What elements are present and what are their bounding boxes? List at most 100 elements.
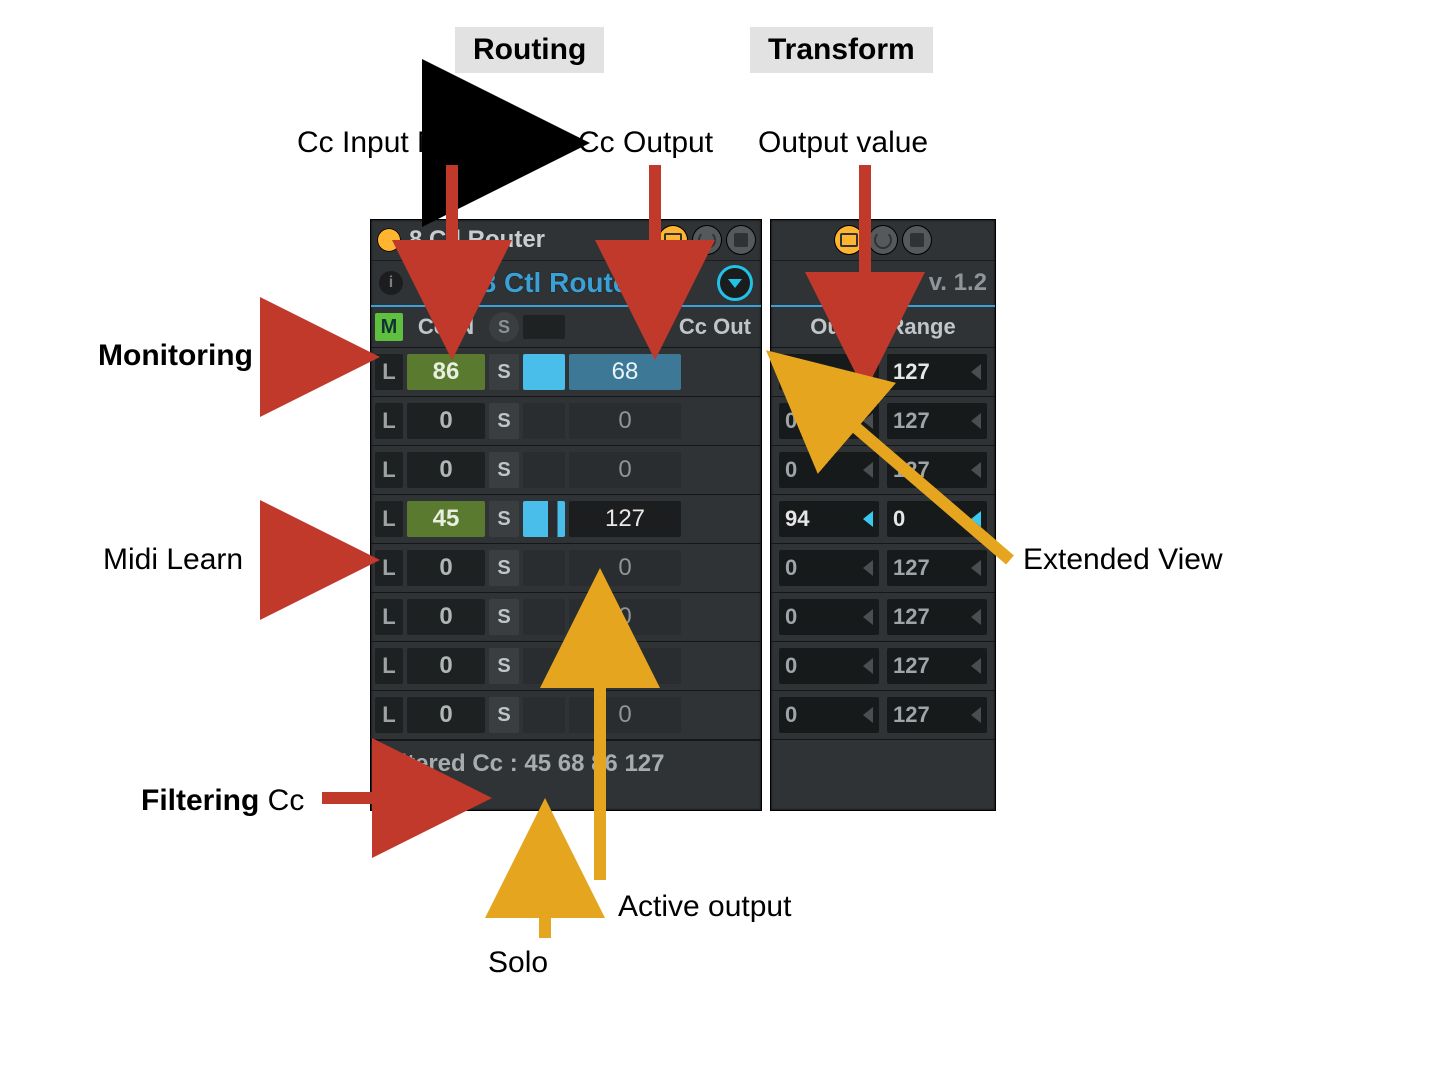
range-hi[interactable]: 127 xyxy=(887,354,987,390)
range-lo[interactable]: 0 xyxy=(779,599,879,635)
learn-button[interactable]: L xyxy=(375,354,403,390)
range-hi[interactable]: 127 xyxy=(887,550,987,586)
active-output-indicator[interactable] xyxy=(523,452,565,488)
save-icon[interactable] xyxy=(727,226,755,254)
active-output-indicator[interactable] xyxy=(523,648,565,684)
range-hi[interactable]: 127 xyxy=(887,403,987,439)
cc-in-value[interactable]: 0 xyxy=(407,697,485,733)
titlebar: 8 Ctl Router xyxy=(371,220,761,260)
cc-in-value[interactable]: 0 xyxy=(407,452,485,488)
cc-out-value[interactable]: 0 xyxy=(569,403,681,439)
range-lo[interactable]: 0 xyxy=(779,550,879,586)
range-lo[interactable]: 0 xyxy=(779,354,879,390)
learn-button[interactable]: L xyxy=(375,648,403,684)
routing-row: L0S0 xyxy=(371,446,761,495)
range-lo[interactable]: 0 xyxy=(779,403,879,439)
routing-row: L86S 68 xyxy=(371,348,761,397)
output-range-panel: v. 1.2 Output Range 01270127012794001270… xyxy=(770,219,996,811)
learn-button[interactable]: L xyxy=(375,501,403,537)
cc-in-value[interactable]: 0 xyxy=(407,550,485,586)
header-cc-in: Cc IN xyxy=(407,314,485,340)
routing-row: L45S 127 xyxy=(371,495,761,544)
cc-out-value[interactable]: 0 xyxy=(569,697,681,733)
range-hi[interactable]: 0 xyxy=(887,501,987,537)
patch-icon[interactable] xyxy=(835,226,863,254)
device-activator[interactable] xyxy=(377,228,401,252)
save-icon[interactable] xyxy=(903,226,931,254)
active-output-indicator[interactable] xyxy=(523,697,565,733)
solo-button[interactable]: S xyxy=(489,550,519,586)
callout-monitoring: Monitoring xyxy=(98,339,253,373)
solo-button[interactable]: S xyxy=(489,501,519,537)
learn-button[interactable]: L xyxy=(375,550,403,586)
range-lo[interactable]: 94 xyxy=(779,501,879,537)
range-row: 0127 xyxy=(771,691,995,740)
version-label: v. 1.2 xyxy=(929,269,987,297)
expand-toggle[interactable] xyxy=(717,265,753,301)
section-chip-routing: Routing xyxy=(455,27,604,73)
callout-midi-learn: Midi Learn xyxy=(103,543,243,577)
section-chip-transform: Transform xyxy=(750,27,933,73)
cc-out-value[interactable]: 68 xyxy=(569,354,681,390)
subheader: i 8 Ctl Router xyxy=(371,260,761,307)
patch-icon[interactable] xyxy=(659,226,687,254)
solo-button[interactable]: S xyxy=(489,648,519,684)
header-solo-icon: S xyxy=(489,312,519,342)
reload-icon[interactable] xyxy=(693,226,721,254)
range-hi[interactable]: 127 xyxy=(887,599,987,635)
range-lo[interactable]: 0 xyxy=(779,648,879,684)
cc-in-value[interactable]: 0 xyxy=(407,599,485,635)
learn-button[interactable]: L xyxy=(375,599,403,635)
range-row: 0127 xyxy=(771,446,995,495)
range-row: 0127 xyxy=(771,544,995,593)
routing-row: L0S0 xyxy=(371,691,761,740)
cc-out-value[interactable]: 0 xyxy=(569,599,681,635)
range-hi[interactable]: 127 xyxy=(887,452,987,488)
callout-filtering: Filtering Cc xyxy=(141,784,304,818)
active-output-indicator[interactable] xyxy=(523,403,565,439)
cc-out-value[interactable]: 127 xyxy=(569,501,681,537)
cc-out-value[interactable]: 0 xyxy=(569,550,681,586)
range-lo[interactable]: 0 xyxy=(779,452,879,488)
range-lo[interactable]: 0 xyxy=(779,697,879,733)
active-output-indicator[interactable] xyxy=(523,550,565,586)
learn-button[interactable]: L xyxy=(375,403,403,439)
learn-button[interactable]: L xyxy=(375,452,403,488)
cc-in-value[interactable]: 86 xyxy=(407,354,485,390)
range-row: 0127 xyxy=(771,397,995,446)
range-hi[interactable]: 127 xyxy=(887,697,987,733)
router-subtitle: 8 Ctl Router xyxy=(403,267,717,299)
solo-button[interactable]: S xyxy=(489,452,519,488)
learn-button[interactable]: L xyxy=(375,697,403,733)
reload-icon[interactable] xyxy=(869,226,897,254)
solo-button[interactable]: S xyxy=(489,403,519,439)
callout-active-output: Active output xyxy=(618,890,791,924)
range-row: 0127 xyxy=(771,593,995,642)
header-cc-out: Cc Out xyxy=(569,314,757,340)
monitor-toggle[interactable]: M xyxy=(375,313,403,341)
device-title: 8 Ctl Router xyxy=(409,226,545,254)
cc-out-value[interactable]: 0 xyxy=(569,648,681,684)
subheader-right: v. 1.2 xyxy=(771,260,995,307)
info-icon[interactable]: i xyxy=(379,271,403,295)
ctl-router-panel: 8 Ctl Router i 8 Ctl Router M Cc IN S Cc… xyxy=(370,219,762,811)
cc-in-value[interactable]: 0 xyxy=(407,648,485,684)
routing-row: L0S0 xyxy=(371,593,761,642)
range-hi[interactable]: 127 xyxy=(887,648,987,684)
range-row: 940 xyxy=(771,495,995,544)
column-header-row: M Cc IN S Cc Out xyxy=(371,307,761,348)
cc-in-value[interactable]: 45 xyxy=(407,501,485,537)
active-output-indicator[interactable] xyxy=(523,354,565,390)
solo-button[interactable]: S xyxy=(489,354,519,390)
routing-row: L0S0 xyxy=(371,397,761,446)
callout-output-value: Output value xyxy=(758,126,928,160)
cc-in-value[interactable]: 0 xyxy=(407,403,485,439)
solo-button[interactable]: S xyxy=(489,599,519,635)
active-output-indicator[interactable] xyxy=(523,501,565,537)
active-output-indicator[interactable] xyxy=(523,599,565,635)
titlebar-right xyxy=(771,220,995,260)
solo-button[interactable]: S xyxy=(489,697,519,733)
callout-extended-view: Extended View xyxy=(1023,543,1223,577)
cc-out-value[interactable]: 0 xyxy=(569,452,681,488)
filtered-cc-footer: Filtered Cc : 45 68 86 127 xyxy=(371,740,761,787)
